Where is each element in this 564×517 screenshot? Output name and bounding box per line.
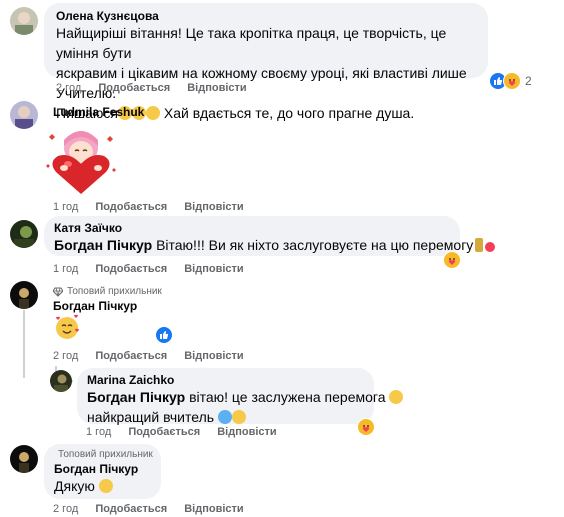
smiling-emoji	[389, 390, 404, 404]
comment-time[interactable]: 2 год	[56, 82, 81, 94]
reaction-summary[interactable]	[357, 418, 375, 436]
care-reaction-icon	[503, 72, 521, 90]
comment-author[interactable]: Олена Кузнєцова	[56, 9, 476, 23]
badge-label: Топовий прихильник	[58, 449, 153, 460]
heart-emoji	[485, 242, 496, 252]
mention-link[interactable]: Богдан Пічкур	[54, 237, 152, 253]
like-reaction-icon	[155, 326, 173, 344]
comment-time[interactable]: 1 год	[53, 263, 78, 275]
yellow-heart-emoji	[231, 410, 246, 424]
badge-label: Топовий прихильник	[67, 286, 162, 297]
comment-bubble: Катя Заїчко Богдан Пічкур Вітаю!!! Ви як…	[44, 216, 496, 256]
like-button[interactable]: Подобається	[128, 426, 200, 438]
smiling-face-with-hearts-emoji	[98, 479, 113, 493]
comment-text: найкращий вчитель	[87, 409, 215, 425]
mention-link[interactable]: Богдан Пічкур	[87, 389, 185, 405]
diamond-icon	[53, 287, 63, 297]
reply-thread-line	[23, 310, 25, 378]
reply-button[interactable]: Відповісти	[217, 426, 276, 438]
comment-actions: 2 год Подобається Відповісти	[53, 350, 258, 362]
smiling-face-with-hearts-emoji	[54, 314, 80, 340]
comment-time[interactable]: 1 год	[86, 426, 111, 438]
comment-text: Дякую	[54, 478, 95, 494]
comment-text-line: найкращий вчитель	[87, 407, 364, 427]
like-button[interactable]: Подобається	[95, 350, 167, 362]
comment-actions: 2 год Подобається Відповісти	[53, 503, 258, 515]
comment-time[interactable]: 1 год	[53, 201, 78, 213]
comment-text-line: Богдан Пічкур вітаю! це заслужена перемо…	[87, 387, 404, 407]
comment-author[interactable]: Катя Заїчко	[54, 221, 450, 235]
comment-text-line: Дякую	[54, 476, 151, 496]
like-button[interactable]: Подобається	[95, 263, 167, 275]
comment-time[interactable]: 2 год	[53, 350, 78, 362]
avatar[interactable]	[10, 220, 38, 248]
reply-button[interactable]: Відповісти	[184, 263, 243, 275]
avatar[interactable]	[10, 281, 38, 309]
reply-button[interactable]: Відповісти	[184, 503, 243, 515]
blue-heart-emoji	[217, 410, 232, 424]
comment-author[interactable]: Богдан Пічкур	[53, 299, 137, 313]
medal-emoji	[475, 238, 484, 252]
reply-button[interactable]: Відповісти	[184, 201, 243, 213]
comment-text: вітаю! це заслужена перемога	[189, 389, 386, 405]
comment-bubble: Олена Кузнєцова Найщиріші вітання! Це та…	[44, 3, 488, 121]
like-button[interactable]: Подобається	[95, 503, 167, 515]
reply-button[interactable]: Відповісти	[184, 350, 243, 362]
comment-actions: 1 год Подобається Відповісти	[53, 263, 258, 275]
like-button[interactable]: Подобається	[98, 82, 170, 94]
comment-time[interactable]: 2 год	[53, 503, 78, 515]
comment-author[interactable]: Marina Zaichko	[87, 373, 364, 387]
reaction-count: 2	[525, 74, 532, 88]
comment-bubble: Marina Zaichko Богдан Пічкур вітаю! це з…	[77, 368, 404, 427]
reaction-summary[interactable]	[155, 326, 173, 344]
comment-actions: 1 год Подобається Відповісти	[86, 426, 291, 438]
avatar[interactable]	[50, 370, 72, 392]
avatar[interactable]	[10, 445, 38, 473]
reaction-summary[interactable]	[443, 251, 461, 269]
avatar[interactable]	[10, 7, 38, 35]
comment-text: Вітаю!!! Ви як ніхто заслуговуєте на цю …	[156, 237, 474, 253]
comment-author[interactable]: Ludmila Feshuk	[53, 105, 144, 119]
care-reaction-icon	[357, 418, 375, 436]
reaction-summary[interactable]: 2	[489, 72, 532, 90]
comment-author[interactable]: Богдан Пічкур	[54, 462, 151, 476]
comment-text-line: Найщиріші вітання! Це така кропітка прац…	[56, 25, 447, 61]
heart-sticker-icon	[42, 124, 120, 196]
care-reaction-icon	[443, 251, 461, 269]
comment-actions: 1 год Подобається Відповісти	[53, 201, 258, 213]
reply-button[interactable]: Відповісти	[187, 82, 246, 94]
avatar[interactable]	[10, 101, 38, 129]
top-fan-badge: Топовий прихильник	[53, 286, 162, 297]
top-fan-badge: Топовий прихильник	[54, 449, 153, 460]
comment-bubble: Топовий прихильник Богдан Пічкур Дякую	[44, 444, 161, 499]
comment-text-line: Богдан Пічкур Вітаю!!! Ви як ніхто заслу…	[54, 235, 496, 255]
like-button[interactable]: Подобається	[95, 201, 167, 213]
comment-actions: 2 год Подобається Відповісти	[56, 82, 261, 94]
comment-text: Хай вдається те, до чого прагне душа.	[163, 105, 415, 121]
